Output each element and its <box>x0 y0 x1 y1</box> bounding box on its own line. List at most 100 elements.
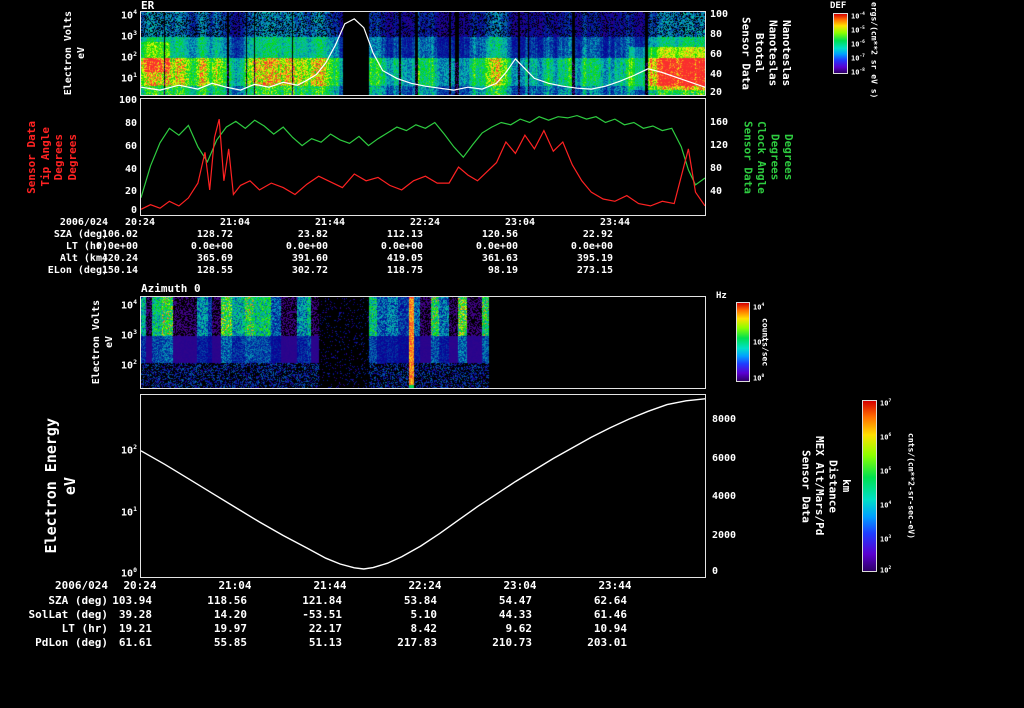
annot-value: 118.75 <box>386 265 423 276</box>
annot-value: 62.64 <box>593 594 627 607</box>
tip-angle-ylabel-line: Sensor Data <box>25 120 38 194</box>
annot-value: 395.19 <box>576 253 613 264</box>
energy-left-tick: 100 <box>121 565 137 580</box>
clock-angle-ylabel-line: Degrees <box>782 133 796 181</box>
def-colorbar-tick: 10-5 <box>851 25 865 34</box>
time-label: 23:44 <box>599 217 631 228</box>
angles-left-tick: 60 <box>124 140 137 152</box>
data-trace <box>141 114 705 198</box>
def-colorbar-tick: 10-4 <box>851 11 865 20</box>
distance-curve <box>141 398 705 570</box>
er-left-tick: 101 <box>121 70 137 85</box>
angles-left-tick: 100 <box>118 94 137 106</box>
energy-right-tick: 6000 <box>712 452 737 464</box>
energy-distance-plot <box>140 394 706 578</box>
er-right-tick: 80 <box>710 28 723 40</box>
energy-ylabel-line: Electron Energy <box>42 418 60 554</box>
counts-colorbar-tick: 105 <box>880 466 892 475</box>
energy-left-tick: 101 <box>121 504 137 519</box>
clock-angle-ylabel: Sensor Data Clock Angle Degrees Degrees <box>741 98 796 216</box>
annot-value: 39.28 <box>118 608 152 621</box>
def-colorbar-tick: 10-8 <box>851 67 865 76</box>
annot-value: 54.47 <box>498 594 532 607</box>
data-trace <box>141 398 705 570</box>
angles-plot <box>140 98 706 216</box>
annot-value: 44.33 <box>498 608 532 621</box>
counts-colorbar-tick: 106 <box>880 432 892 441</box>
annot-value: 53.84 <box>403 594 437 607</box>
annot-value: 112.13 <box>386 229 423 240</box>
time-label: 21:04 <box>218 579 252 592</box>
angles-lines <box>141 114 705 210</box>
energy-left-tick: 102 <box>121 442 137 457</box>
annot-value: 0.0e+00 <box>190 241 233 252</box>
clock-angle-ylabel-line: Degrees <box>768 133 782 181</box>
time-label: 23:44 <box>598 579 632 592</box>
hz-colorbar <box>736 302 750 382</box>
tip-angle-ylabel-line: Tip Angle <box>38 127 52 187</box>
annot-value: 61.61 <box>118 636 152 649</box>
er-right-tick: 60 <box>710 48 723 60</box>
def-colorbar <box>833 13 848 74</box>
er-ylabel-line: Electron Volts <box>63 11 74 96</box>
angles-right-tick: 120 <box>710 139 729 151</box>
annot-value: 365.69 <box>196 253 233 264</box>
er-spectrogram-plot <box>140 11 706 96</box>
er-left-tick: 104 <box>121 7 137 22</box>
btotal-ylabel-line: Nanoteslas <box>766 19 780 87</box>
counts-colorbar-units: cnts/(cm**2-sr-sec-eV) <box>906 398 915 574</box>
time-label: 21:04 <box>219 217 251 228</box>
angles-left-tick: 80 <box>124 117 137 129</box>
hz-colorbar-units-line: counts/sec <box>760 317 770 367</box>
annot-value: 391.60 <box>291 253 328 264</box>
er-left-tick: 102 <box>121 49 137 64</box>
annot-value: 14.20 <box>213 608 247 621</box>
def-colorbar-title: DEF <box>830 1 847 11</box>
azimuth-ylabel: Electron Volts eV <box>91 296 115 389</box>
date-label: 2006/024 <box>55 579 108 592</box>
annot-value: 121.84 <box>302 594 342 607</box>
btotal-ylabel-line: Btotal <box>753 33 767 73</box>
er-right-tick: 40 <box>710 68 723 80</box>
annot-value: 61.46 <box>593 608 627 621</box>
angles-left-tick: 40 <box>124 163 137 175</box>
time-label: 20:24 <box>123 579 157 592</box>
data-trace <box>141 119 705 210</box>
annot-value: 0.0e+00 <box>570 241 613 252</box>
time-label: 23:04 <box>504 217 536 228</box>
annot-value: 217.83 <box>397 636 437 649</box>
counts-colorbar <box>862 400 877 572</box>
angles-left-tick: 20 <box>124 185 137 197</box>
def-colorbar-tick: 10-6 <box>851 39 865 48</box>
annot-value: 203.01 <box>587 636 627 649</box>
annot-value: 5.10 <box>410 608 438 621</box>
azimuth-spectrogram-plot <box>140 296 706 389</box>
annot-value: 55.85 <box>213 636 247 649</box>
tip-angle-ylabel-line: Degrees <box>52 133 66 181</box>
annot-value: 0.0e+00 <box>95 241 138 252</box>
angles-right-tick: 40 <box>710 185 723 197</box>
counts-colorbar-tick: 102 <box>880 565 892 574</box>
angles-left-tick: 0 <box>130 204 137 216</box>
btotal-ylabel: Sensor Data Btotal Nanoteslas Nanoteslas <box>740 9 794 97</box>
annot-value: 22.92 <box>582 229 613 240</box>
annot-value: 106.02 <box>101 229 138 240</box>
clock-angle-ylabel-line: Clock Angle <box>755 120 769 194</box>
hz-colorbar-units: counts/sec <box>760 298 770 386</box>
energy-right-tick: 2000 <box>712 529 737 541</box>
energy-right-tick: 8000 <box>712 413 737 425</box>
annot-value: 51.13 <box>308 636 342 649</box>
energy-right-tick: 4000 <box>712 490 737 502</box>
counts-colorbar-tick: 107 <box>880 398 892 407</box>
annot-value: 120.56 <box>481 229 518 240</box>
distance-ylabel-line: Distance <box>826 459 840 513</box>
annot-value: 210.73 <box>492 636 532 649</box>
time-label: 23:04 <box>503 579 537 592</box>
annot-value: 10.94 <box>593 622 627 635</box>
annot-value: 23.82 <box>297 229 328 240</box>
clock-angle-ylabel-line: Sensor Data <box>741 120 755 194</box>
annot-value: 22.17 <box>308 622 342 635</box>
tip-angle-ylabel-line: Degrees <box>65 133 79 181</box>
annot-value: 8.42 <box>410 622 438 635</box>
hz-colorbar-title: Hz <box>716 291 727 301</box>
